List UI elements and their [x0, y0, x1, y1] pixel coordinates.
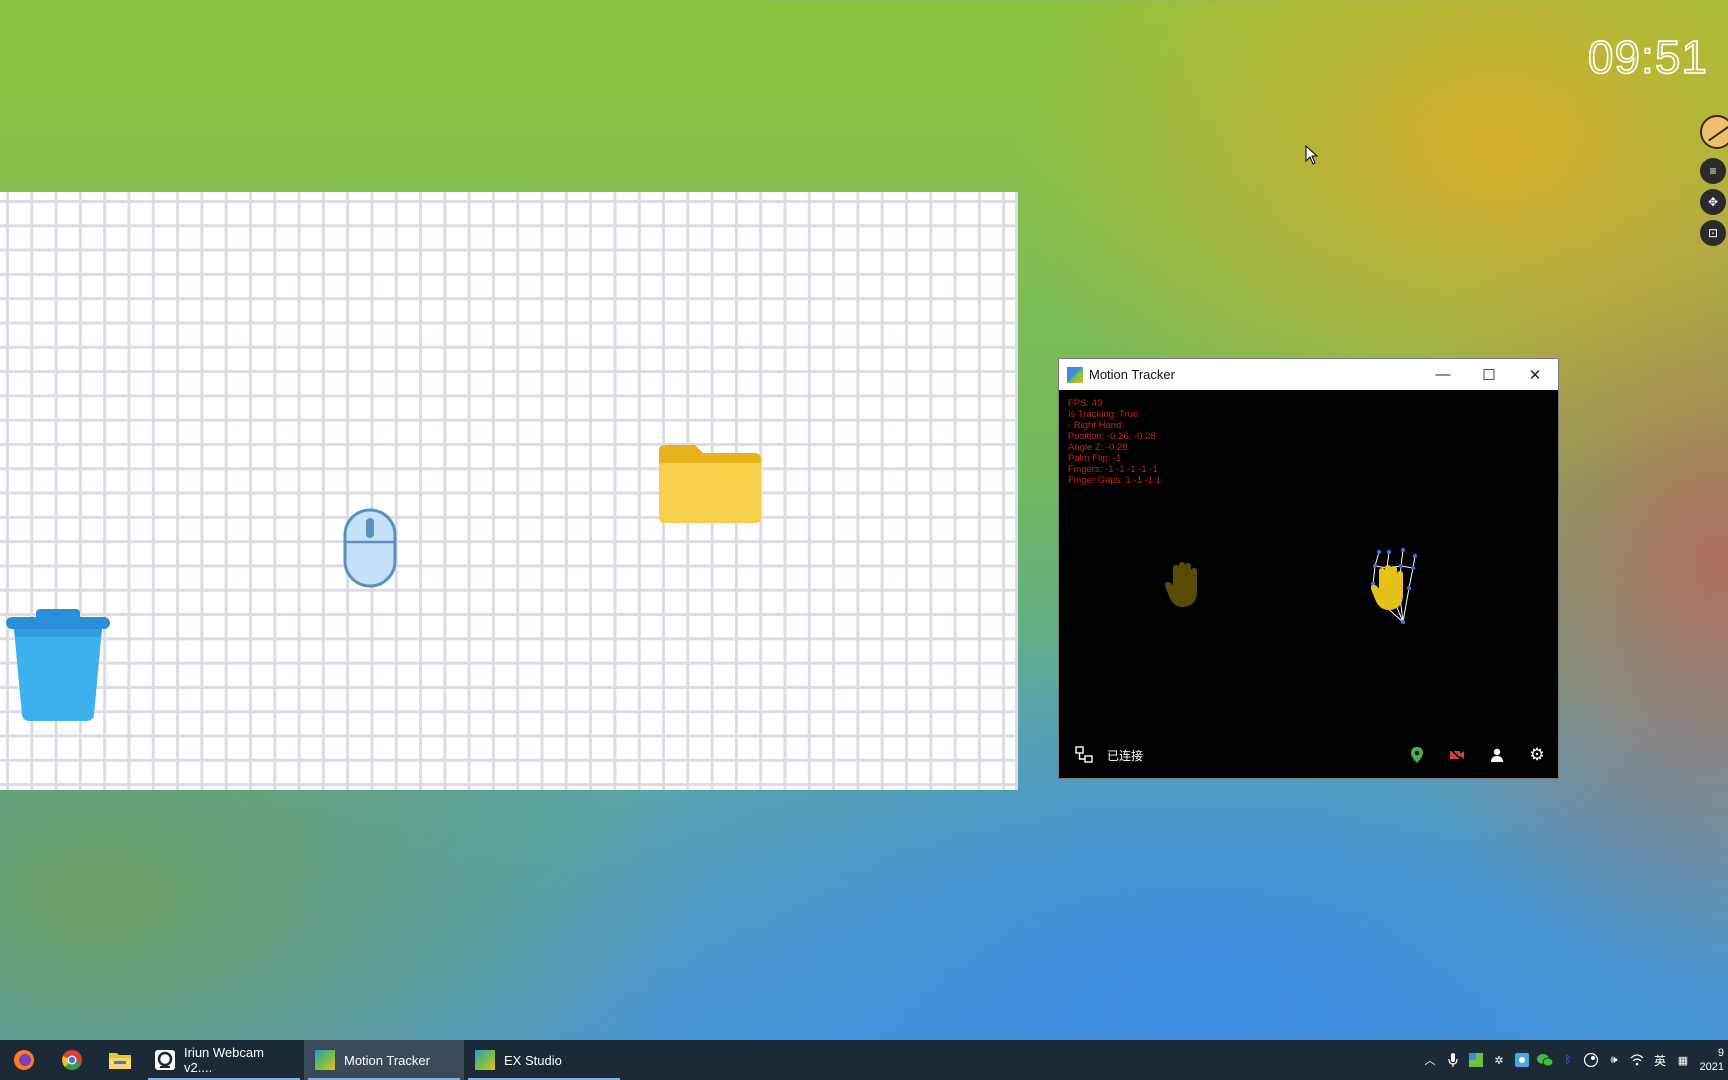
close-button[interactable]: ✕	[1512, 359, 1558, 390]
motion-tracker-tray-icon[interactable]	[1468, 1052, 1484, 1068]
stat-line: Finger Gaps: 1 -1 -1 1	[1068, 475, 1161, 486]
network-connection-icon[interactable]	[1075, 746, 1093, 764]
motion-tracker-app-icon	[1067, 366, 1083, 383]
chevron-up-icon[interactable]: ︿	[1422, 1052, 1438, 1068]
connection-status-label: 已连接	[1107, 748, 1144, 763]
wechat-icon[interactable]	[1537, 1052, 1553, 1068]
window-titlebar[interactable]: Motion Tracker — ☐ ✕	[1059, 359, 1558, 390]
mouse-icon[interactable]	[343, 508, 397, 588]
stat-line: Fingers: -1 -1 -1 -1 -1	[1068, 464, 1158, 475]
settings-gear-icon[interactable]: ⚙	[1526, 744, 1548, 766]
widget-ball-icon[interactable]	[1700, 115, 1728, 149]
trash-bin-icon[interactable]	[6, 607, 110, 722]
stat-line: Is Tracking: True	[1068, 409, 1139, 420]
taskbar-app-label: Motion Tracker	[344, 1052, 430, 1068]
window-icon[interactable]: ⊡	[1700, 220, 1726, 246]
tracker-viewport: FPS: 49 Is Tracking: True - Right Hand: …	[1059, 390, 1558, 778]
taskbar-clock-time: 9	[1717, 1047, 1724, 1059]
camera-off-icon[interactable]	[1446, 744, 1468, 766]
motion-tracker-window[interactable]: Motion Tracker — ☐ ✕ FPS: 49 Is Tracking…	[1058, 358, 1559, 779]
user-icon[interactable]	[1486, 744, 1508, 766]
bluetooth-tray-icon[interactable]: ᛒ	[1560, 1052, 1576, 1068]
taskbar-app-label: EX Studio	[504, 1052, 562, 1068]
taskbar-app-iriun[interactable]: Iriun Webcam v2....	[144, 1040, 304, 1080]
taskbar-app-label: Iriun Webcam v2....	[184, 1045, 264, 1075]
wifi-icon[interactable]	[1629, 1052, 1645, 1068]
desktop-clock: 09:51	[1587, 30, 1708, 84]
window-title: Motion Tracker	[1089, 367, 1175, 382]
motion-tracker-icon	[315, 1050, 335, 1070]
chrome-icon[interactable]	[48, 1040, 96, 1080]
taskbar-clock[interactable]: 9 2021	[1698, 1046, 1724, 1074]
ex-studio-icon	[475, 1050, 495, 1070]
taskbar-app-ex-studio[interactable]: EX Studio	[464, 1040, 624, 1080]
volume-icon[interactable]: 🕪	[1606, 1052, 1622, 1068]
input-method-label[interactable]: 英	[1652, 1052, 1668, 1068]
stat-line: FPS: 49	[1068, 398, 1103, 409]
tracking-stats: FPS: 49 Is Tracking: True - Right Hand: …	[1068, 398, 1161, 486]
right-hand-icon	[1371, 565, 1403, 610]
taskbar-clock-date: 2021	[1699, 1061, 1724, 1073]
app-tray-icon[interactable]	[1514, 1052, 1530, 1068]
stat-line: Palm Flip: -1	[1068, 453, 1122, 464]
taskbar-app-motion-tracker[interactable]: Motion Tracker	[304, 1040, 464, 1080]
steam-icon[interactable]	[1583, 1052, 1599, 1068]
firefox-icon[interactable]	[0, 1040, 48, 1080]
menu-icon[interactable]: ≡	[1700, 158, 1726, 184]
stat-line: Position: -0.26, -0.28	[1068, 431, 1156, 442]
move-icon[interactable]: ✥	[1700, 189, 1726, 215]
system-tray: ︿ ✲ ᛒ 🕪 英 ▦ 9 2021	[1422, 1040, 1728, 1080]
maximize-button[interactable]: ☐	[1466, 359, 1512, 390]
grid-canvas[interactable]	[0, 192, 1018, 790]
microphone-icon[interactable]	[1445, 1052, 1461, 1068]
left-hand-icon	[1165, 562, 1197, 607]
mouse-cursor-icon	[1305, 145, 1319, 165]
stat-line: Angle Z: -0.28	[1068, 442, 1128, 453]
tracker-footer: 已连接 ⚙	[1059, 732, 1558, 778]
stat-line: - Right Hand:	[1068, 420, 1124, 431]
taskbar: Iriun Webcam v2.... Motion Tracker EX St…	[0, 1040, 1728, 1080]
location-pin-icon[interactable]	[1406, 744, 1428, 766]
file-explorer-icon[interactable]	[96, 1040, 144, 1080]
keyboard-layout-icon[interactable]: ▦	[1675, 1052, 1691, 1068]
minimize-button[interactable]: —	[1420, 359, 1466, 390]
shield-icon[interactable]: ✲	[1491, 1052, 1507, 1068]
iriun-icon	[155, 1050, 175, 1070]
folder-icon[interactable]	[659, 443, 761, 523]
